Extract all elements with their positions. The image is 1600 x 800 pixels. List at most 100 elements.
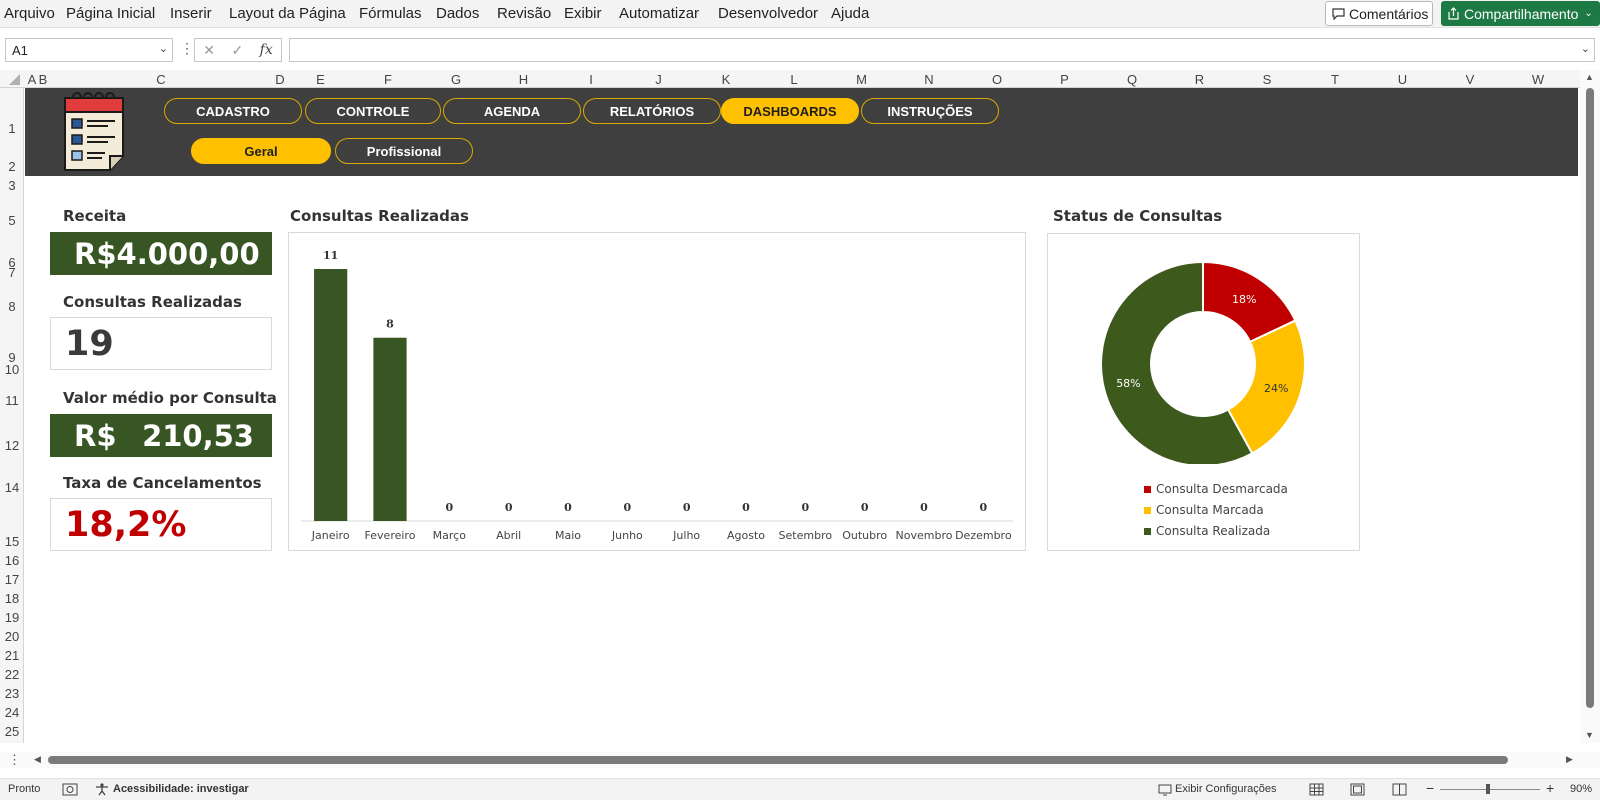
share-button[interactable]: Compartilhamento ⌄ [1441, 1, 1600, 26]
column-header[interactable]: N [895, 72, 963, 87]
cancel-icon[interactable]: ✕ [203, 42, 215, 59]
scroll-left-icon[interactable]: ◀ [34, 754, 41, 765]
menu-revisao[interactable]: Revisão [497, 5, 551, 22]
column-header[interactable]: B [37, 72, 49, 87]
menu-formulas[interactable]: Fórmulas [359, 5, 422, 22]
column-header[interactable]: W [1504, 72, 1572, 87]
zoom-level[interactable]: 90% [1570, 783, 1592, 795]
row-header[interactable]: 20 [0, 629, 24, 644]
horizontal-scroll-thumb[interactable] [48, 756, 1508, 764]
more-options-icon[interactable]: ⋮ [180, 40, 194, 57]
menu-layout-da-pagina[interactable]: Layout da Página [229, 5, 346, 22]
column-header[interactable]: R [1166, 72, 1233, 87]
confirm-icon[interactable]: ✓ [231, 42, 243, 59]
comments-button[interactable]: Comentários [1325, 1, 1433, 26]
zoom-out-icon[interactable]: − [1426, 780, 1434, 796]
name-box[interactable]: A1 ⌄ [5, 38, 173, 62]
menu-desenvolvedor[interactable]: Desenvolvedor [718, 5, 818, 22]
consultas-bar-chart[interactable]: 11 Janeiro 8 Fevereiro 0 Março 0 Abril 0 Maio 0 Jun… [288, 232, 1026, 551]
row-header[interactable]: 1 [0, 121, 24, 136]
zoom-slider-thumb[interactable] [1486, 784, 1490, 794]
column-header[interactable]: S [1233, 72, 1301, 87]
row-header[interactable]: 5 [0, 213, 24, 228]
row-header[interactable]: 7 [0, 265, 24, 280]
nav-relatorios-button[interactable]: RELATÓRIOS [583, 98, 721, 124]
vertical-scroll-thumb[interactable] [1586, 88, 1594, 708]
normal-view-icon[interactable] [1309, 783, 1324, 796]
row-header[interactable]: 18 [0, 591, 24, 606]
status-accessibility[interactable]: Acessibilidade: investigar [113, 783, 249, 795]
column-header[interactable]: A [27, 72, 37, 87]
column-header[interactable]: M [828, 72, 895, 87]
row-header[interactable]: 17 [0, 572, 24, 587]
subnav-geral-button[interactable]: Geral [191, 138, 331, 164]
column-header[interactable]: V [1436, 72, 1504, 87]
column-header[interactable]: L [760, 72, 828, 87]
row-header[interactable]: 15 [0, 534, 24, 549]
menu-ajuda[interactable]: Ajuda [831, 5, 869, 22]
row-header[interactable]: 25 [0, 724, 24, 739]
column-header[interactable]: E [287, 72, 354, 87]
row-header[interactable]: 21 [0, 648, 24, 663]
nav-controle-button[interactable]: CONTROLE [305, 98, 441, 124]
nav-dashboards-button[interactable]: DASHBOARDS [721, 98, 859, 124]
zoom-in-icon[interactable]: + [1546, 780, 1554, 796]
row-header[interactable]: 12 [0, 438, 24, 453]
status-donut-chart[interactable]: 18% 24% 58% Consulta Desmarcada Consulta M… [1047, 233, 1360, 551]
insert-function-button[interactable]: fx [260, 42, 273, 58]
row-header[interactable]: 23 [0, 686, 24, 701]
row-header[interactable]: 16 [0, 553, 24, 568]
column-header[interactable]: T [1301, 72, 1369, 87]
row-header[interactable]: 24 [0, 705, 24, 720]
column-header[interactable]: J [625, 72, 692, 87]
accessibility-icon[interactable] [95, 783, 109, 796]
row-header[interactable]: 3 [0, 178, 24, 193]
column-header[interactable]: Q [1098, 72, 1166, 87]
page-layout-view-icon[interactable] [1350, 783, 1365, 796]
kpi-cancelamentos-value: 18,2% [65, 504, 187, 545]
chevron-down-icon[interactable]: ⌄ [1581, 42, 1590, 55]
menu-dados[interactable]: Dados [436, 5, 479, 22]
select-all-corner[interactable] [0, 70, 24, 88]
column-header[interactable]: F [354, 72, 422, 87]
column-header[interactable]: P [1031, 72, 1098, 87]
column-header[interactable]: K [692, 72, 760, 87]
row-header[interactable]: 11 [0, 393, 24, 408]
status-display-settings[interactable]: Exibir Configurações [1175, 783, 1277, 795]
horizontal-scrollbar[interactable]: ⋮ ◀ ▶ [0, 752, 1600, 768]
scroll-up-icon[interactable]: ▲ [1585, 72, 1594, 82]
column-header[interactable]: O [963, 72, 1031, 87]
menu-automatizar[interactable]: Automatizar [619, 5, 699, 22]
column-headers: A B C D E F G H I J K L M N O P Q R S T … [0, 70, 1600, 88]
column-header[interactable]: I [557, 72, 625, 87]
column-header[interactable]: D [273, 72, 287, 87]
row-header[interactable]: 2 [0, 159, 24, 174]
menu-inserir[interactable]: Inserir [170, 5, 212, 22]
column-header[interactable]: C [49, 72, 273, 87]
column-header[interactable]: H [490, 72, 557, 87]
scroll-right-icon[interactable]: ▶ [1566, 754, 1573, 765]
scroll-down-icon[interactable]: ▼ [1585, 730, 1594, 740]
zoom-slider[interactable] [1440, 789, 1540, 790]
nav-cadastro-button[interactable]: CADASTRO [164, 98, 302, 124]
column-header[interactable]: G [422, 72, 490, 87]
menu-arquivo[interactable]: Arquivo [4, 5, 55, 22]
row-header[interactable]: 10 [0, 362, 24, 377]
nav-agenda-button[interactable]: AGENDA [443, 98, 581, 124]
macro-record-icon[interactable] [62, 783, 78, 796]
column-header[interactable]: U [1369, 72, 1436, 87]
formula-input[interactable]: ⌄ [289, 38, 1595, 62]
bar-data-label: 0 [980, 501, 988, 514]
menu-pagina-inicial[interactable]: Página Inicial [66, 5, 155, 22]
nav-instrucoes-button[interactable]: INSTRUÇÕES [861, 98, 999, 124]
more-options-icon[interactable]: ⋮ [8, 752, 21, 768]
row-header[interactable]: 19 [0, 610, 24, 625]
menu-exibir[interactable]: Exibir [564, 5, 602, 22]
chevron-down-icon[interactable]: ⌄ [159, 42, 168, 55]
subnav-profissional-button[interactable]: Profissional [335, 138, 473, 164]
vertical-scrollbar[interactable]: ▲ ▼ [1580, 70, 1600, 743]
row-header[interactable]: 14 [0, 480, 24, 495]
row-header[interactable]: 22 [0, 667, 24, 682]
page-break-view-icon[interactable] [1392, 783, 1407, 796]
row-header[interactable]: 8 [0, 299, 24, 314]
